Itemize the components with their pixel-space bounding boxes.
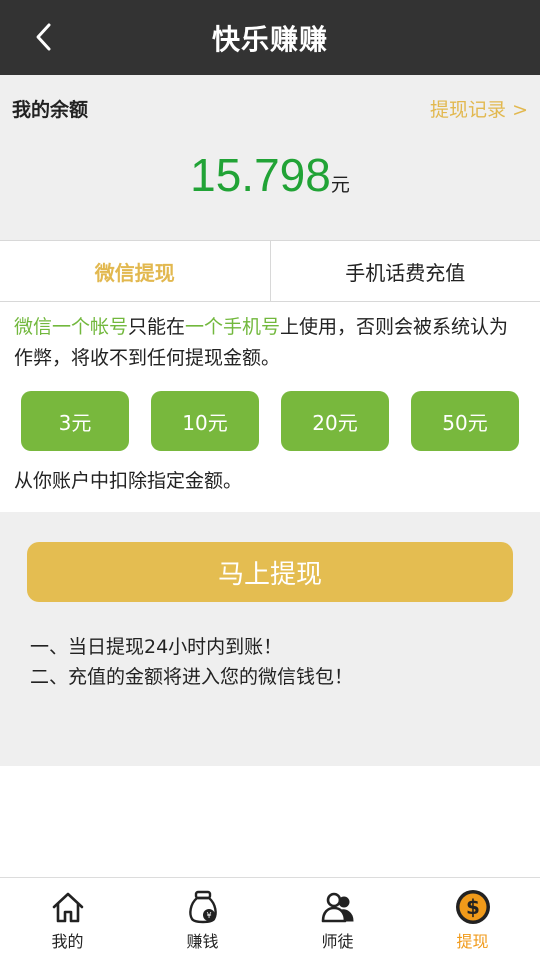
chevron-left-icon: [36, 23, 51, 51]
notice-text-1: 只能在: [128, 316, 186, 338]
nav-item-mine[interactable]: 我的: [0, 878, 135, 960]
bottom-nav: 我的 ¥ 赚钱 师徒 $ 提现: [0, 877, 540, 960]
svg-text:¥: ¥: [206, 911, 211, 920]
nav-item-earn[interactable]: ¥ 赚钱: [135, 878, 270, 960]
nav-label: 提现: [456, 932, 489, 951]
balance-unit: 元: [330, 174, 350, 196]
withdraw-now-button[interactable]: 马上提现: [27, 542, 513, 602]
tip-item: 一、当日提现24小时内到账！: [30, 636, 283, 658]
tab-wechat-withdraw[interactable]: 微信提现: [0, 241, 270, 301]
nav-label: 我的: [51, 932, 84, 951]
account-notice: 微信一个帐号只能在一个手机号上使用，否则会被系统认为作弊，将收不到任何提现金额。: [14, 312, 526, 374]
home-icon: [52, 892, 83, 923]
amount-option-3[interactable]: 3元: [21, 391, 129, 451]
amount-option-10[interactable]: 10元: [151, 391, 259, 451]
balance-label: 我的余额: [12, 99, 89, 121]
nav-item-withdraw[interactable]: $ 提现: [405, 878, 540, 960]
tip-item: 二、充值的金额将进入您的微信钱包！: [30, 666, 354, 688]
balance-amount: 15.798: [190, 149, 331, 201]
withdraw-records-link[interactable]: 提现记录 >: [430, 95, 528, 122]
tips-list: 一、当日提现24小时内到账！ 二、充值的金额将进入您的微信钱包！: [30, 632, 353, 692]
amount-options: 3元 10元 20元 50元: [21, 391, 519, 451]
balance-section: 我的余额 提现记录 > 15.798元: [0, 75, 540, 240]
dollar-coin-icon: $: [455, 890, 490, 924]
amount-option-20[interactable]: 20元: [281, 391, 389, 451]
deduct-note: 从你账户中扣除指定金额。: [14, 470, 243, 492]
page-title: 快乐赚赚: [211, 22, 328, 56]
amount-option-50[interactable]: 50元: [411, 391, 519, 451]
nav-label: 赚钱: [186, 932, 219, 951]
withdraw-action-area: 马上提现 一、当日提现24小时内到账！ 二、充值的金额将进入您的微信钱包！: [0, 512, 540, 766]
withdraw-screen: 快乐赚赚 我的余额 提现记录 > 15.798元 微信提现 手机话费充值 微信一…: [0, 0, 540, 960]
nav-item-mentor[interactable]: 师徒: [270, 878, 405, 960]
tab-phone-recharge[interactable]: 手机话费充值: [269, 241, 540, 301]
users-icon: [321, 892, 354, 923]
back-button[interactable]: [28, 20, 58, 54]
notice-highlight-phone: 一个手机号: [185, 316, 281, 338]
money-bag-icon: ¥: [188, 890, 217, 924]
nav-label: 师徒: [321, 932, 354, 951]
notice-highlight-account: 微信一个帐号: [14, 316, 129, 338]
app-header: 快乐赚赚: [0, 0, 540, 75]
withdraw-tabs: 微信提现 手机话费充值: [0, 240, 540, 302]
svg-text:$: $: [466, 895, 480, 919]
balance-amount-wrap: 15.798元: [0, 148, 540, 202]
